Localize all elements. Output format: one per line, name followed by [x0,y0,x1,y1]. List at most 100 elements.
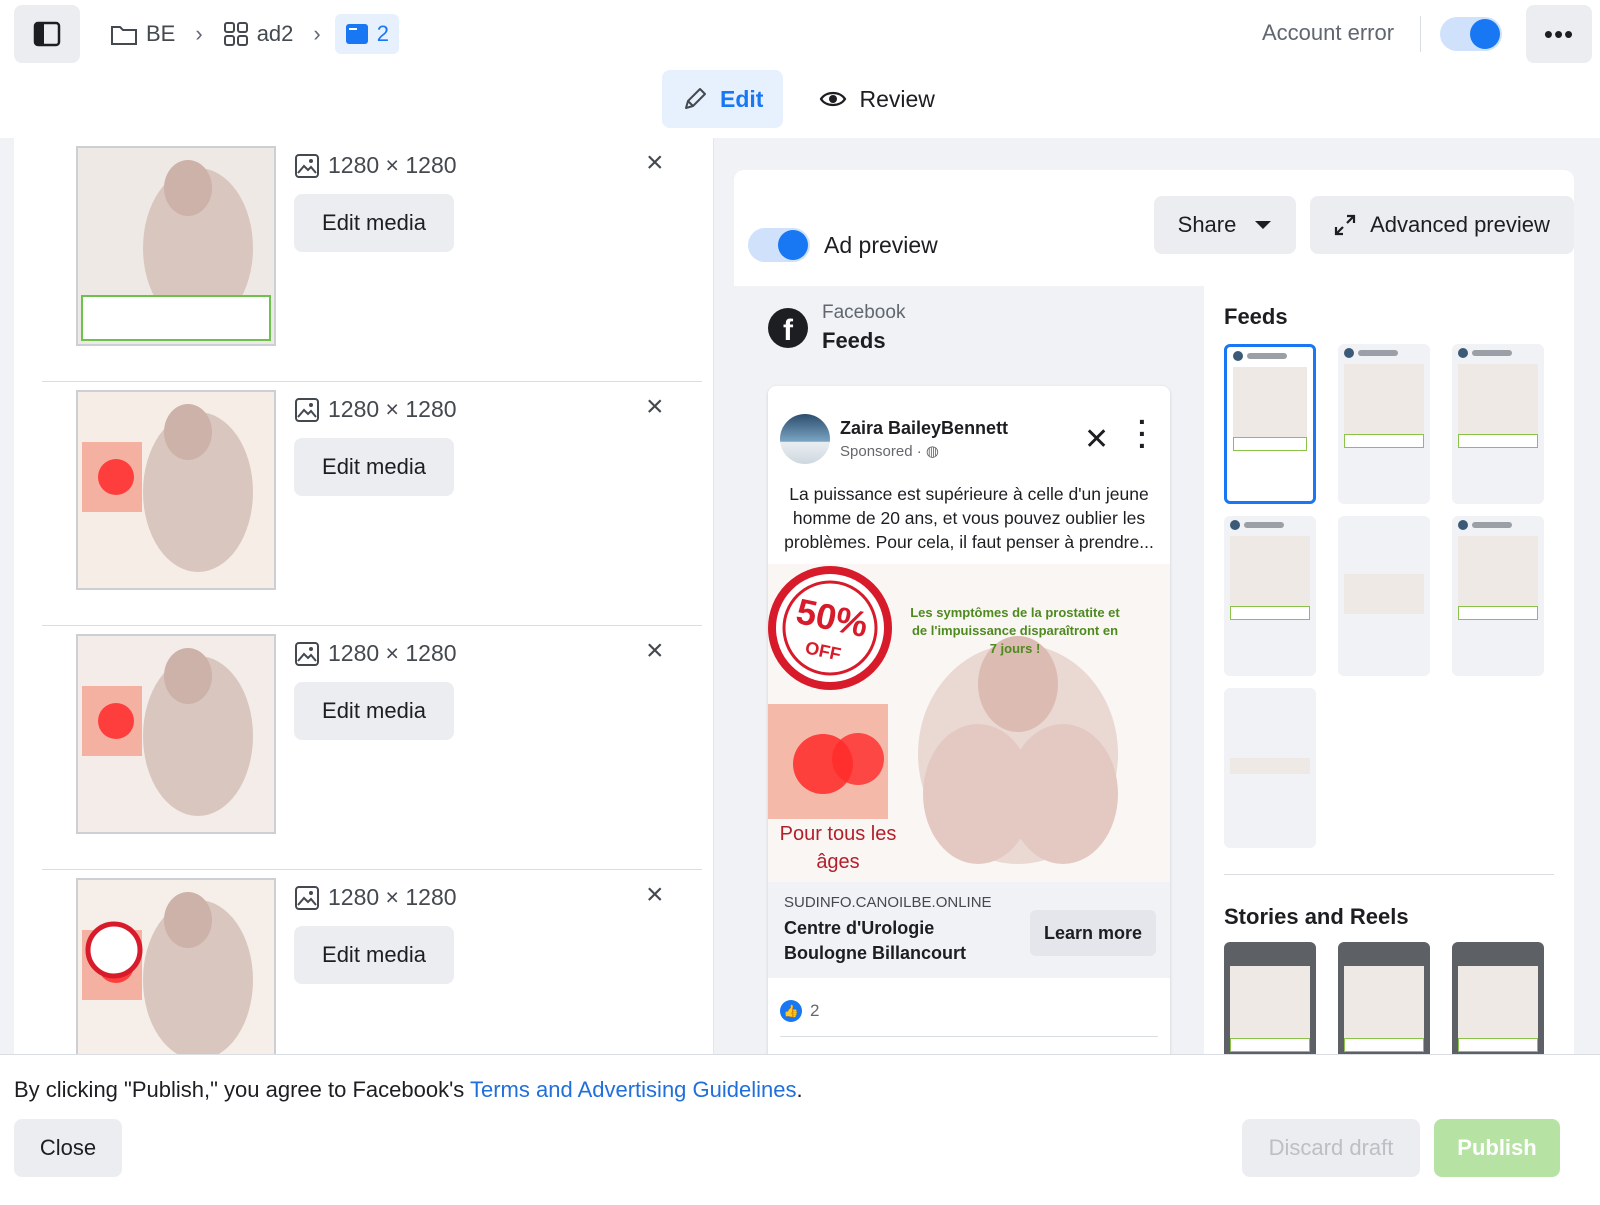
edit-media-button[interactable]: Edit media [294,682,454,740]
caret-down-icon [1255,221,1272,229]
tab-edit-label: Edit [720,85,764,112]
top-bar: BE › ad2 › 2 Account error ••• Edit Revi… [0,0,1600,138]
sidebar-toggle-button[interactable] [14,5,80,63]
placement-list: Feeds Stories and Reels [1204,286,1574,1078]
feed-placement-thumbnail[interactable] [1452,516,1544,676]
sponsored-text: Sponsored · [840,443,922,460]
feed-placement-thumbnail[interactable] [1338,516,1430,676]
feed-placement-thumbnail[interactable] [1452,344,1544,504]
ad-preview-toggle[interactable] [748,228,810,262]
media-dimensions: 1280 × 1280 [294,152,457,179]
edit-media-button[interactable]: Edit media [294,438,454,496]
placement-mini-avatar [1458,348,1468,358]
tab-edit[interactable]: Edit [662,70,784,128]
edit-media-button[interactable]: Edit media [294,926,454,984]
ad-post-preview: Zaira BaileyBennett Sponsored · ◍ ✕ · · · … [768,386,1170,1078]
edit-media-button[interactable]: Edit media [294,194,454,252]
breadcrumb-ad[interactable]: 2 [334,14,399,54]
globe-icon: ◍ [925,443,939,460]
feed-placement-thumbnail[interactable] [1224,344,1316,504]
facebook-logo-icon: f [768,308,808,348]
placement-mini-avatar [1458,520,1468,530]
media-item: 1280 × 1280 Edit media × [42,870,702,1078]
reactions-row: 👍 2 [780,1000,819,1022]
breadcrumb-ad-label: 2 [376,21,389,46]
remove-media-icon[interactable]: × [646,634,664,668]
image-subline: Pour tous les âges [779,823,897,873]
placement-header: f Facebook Feeds [768,302,905,354]
sponsored-label: Sponsored · ◍ [840,442,1008,460]
placement-mini-caption [1458,1038,1538,1052]
ad-preview-label: Ad preview [824,231,938,258]
toggle-knob [778,230,808,260]
media-dimensions-label: 1280 × 1280 [328,884,457,910]
media-thumbnail[interactable] [76,878,276,1078]
toggle-knob [1470,19,1500,49]
remove-media-icon[interactable]: × [646,390,664,424]
advanced-preview-button[interactable]: Advanced preview [1310,196,1574,254]
discard-draft-button[interactable]: Discard draft [1242,1119,1420,1177]
terms-link[interactable]: Terms and Advertising Guidelines [470,1077,797,1102]
placement-mini-avatar [1233,351,1243,361]
chevron-right-icon: › [195,21,203,46]
remove-media-icon[interactable]: × [646,146,664,180]
share-button[interactable]: Share [1154,196,1296,254]
placement-mini-header [1472,350,1512,356]
breadcrumb: BE › ad2 › 2 [104,14,399,54]
placement-mini-preview [1458,966,1538,1042]
placement-mini-avatar [1344,348,1354,358]
breadcrumb-campaign[interactable]: BE [104,14,181,54]
breadcrumb-ad-set[interactable]: ad2 [217,14,300,54]
advanced-preview-label: Advanced preview [1370,212,1550,237]
media-thumbnail[interactable] [76,146,276,346]
link-card[interactable]: SUDINFO.CANOILBE.ONLINE Centre d'Urologi… [768,882,1170,978]
ad-icon [345,24,368,44]
post-image[interactable]: 50% OFF Les symptômes de la prostatite e… [768,564,1170,882]
grid-icon [223,22,248,46]
account-error-status[interactable]: Account error [1262,20,1394,46]
image-icon [295,153,319,178]
link-headline: Centre d'Urologie Boulogne Billancourt [784,918,966,963]
like-icon: 👍 [780,1000,802,1022]
page-name: Zaira BaileyBennett [840,418,1009,438]
placement-mini-preview [1230,966,1310,1042]
placement-name: Feeds [822,328,886,353]
terms-suffix: . [796,1077,803,1102]
placement-mini-caption [1230,606,1310,620]
learn-more-button[interactable]: Learn more [1030,910,1156,956]
remove-media-icon[interactable]: × [646,878,664,912]
hide-post-icon[interactable]: ✕ [1084,422,1109,457]
media-thumbnail-image [78,636,274,832]
publish-button[interactable]: Publish [1434,1119,1560,1177]
placement-mini-preview [1344,966,1424,1042]
feed-placement-thumbnail[interactable] [1224,688,1316,848]
media-item: 1280 × 1280 Edit media × [42,382,702,626]
placement-mini-preview [1230,536,1310,606]
placement-mini-preview [1230,758,1310,774]
close-button[interactable]: Close [14,1119,122,1177]
placement-mini-avatar [1230,520,1240,530]
feed-placement-thumbnail[interactable] [1224,516,1316,676]
platform-name: Facebook [822,302,906,323]
ad-status-toggle[interactable] [1440,17,1502,51]
feed-placement-thumbnail[interactable] [1338,344,1430,504]
preview-body: f Facebook Feeds Zaira BaileyBennett Spo… [734,286,1574,1078]
tab-review[interactable]: Review [799,70,954,128]
preview-panel: Ad preview Share Advanced preview f Face… [714,138,1600,1078]
media-dimensions-label: 1280 × 1280 [328,152,457,178]
media-dimensions-label: 1280 × 1280 [328,396,457,422]
media-dimensions: 1280 × 1280 [294,884,457,911]
image-icon [295,641,319,666]
media-thumbnail[interactable] [76,634,276,834]
placement-mini-caption [1458,434,1538,448]
sidebar-icon [33,21,61,47]
avatar [780,414,830,464]
post-divider [780,1036,1158,1037]
post-menu-icon[interactable]: · · · [1138,408,1147,460]
media-thumbnail[interactable] [76,390,276,590]
media-panel: 1280 × 1280 Edit media × 1280 × 1280 Edit me… [14,138,714,1078]
media-thumbnail-image [78,148,274,344]
tab-review-label: Review [859,85,935,112]
placement-mini-caption [1344,1038,1424,1052]
more-options-button[interactable]: ••• [1526,5,1592,63]
